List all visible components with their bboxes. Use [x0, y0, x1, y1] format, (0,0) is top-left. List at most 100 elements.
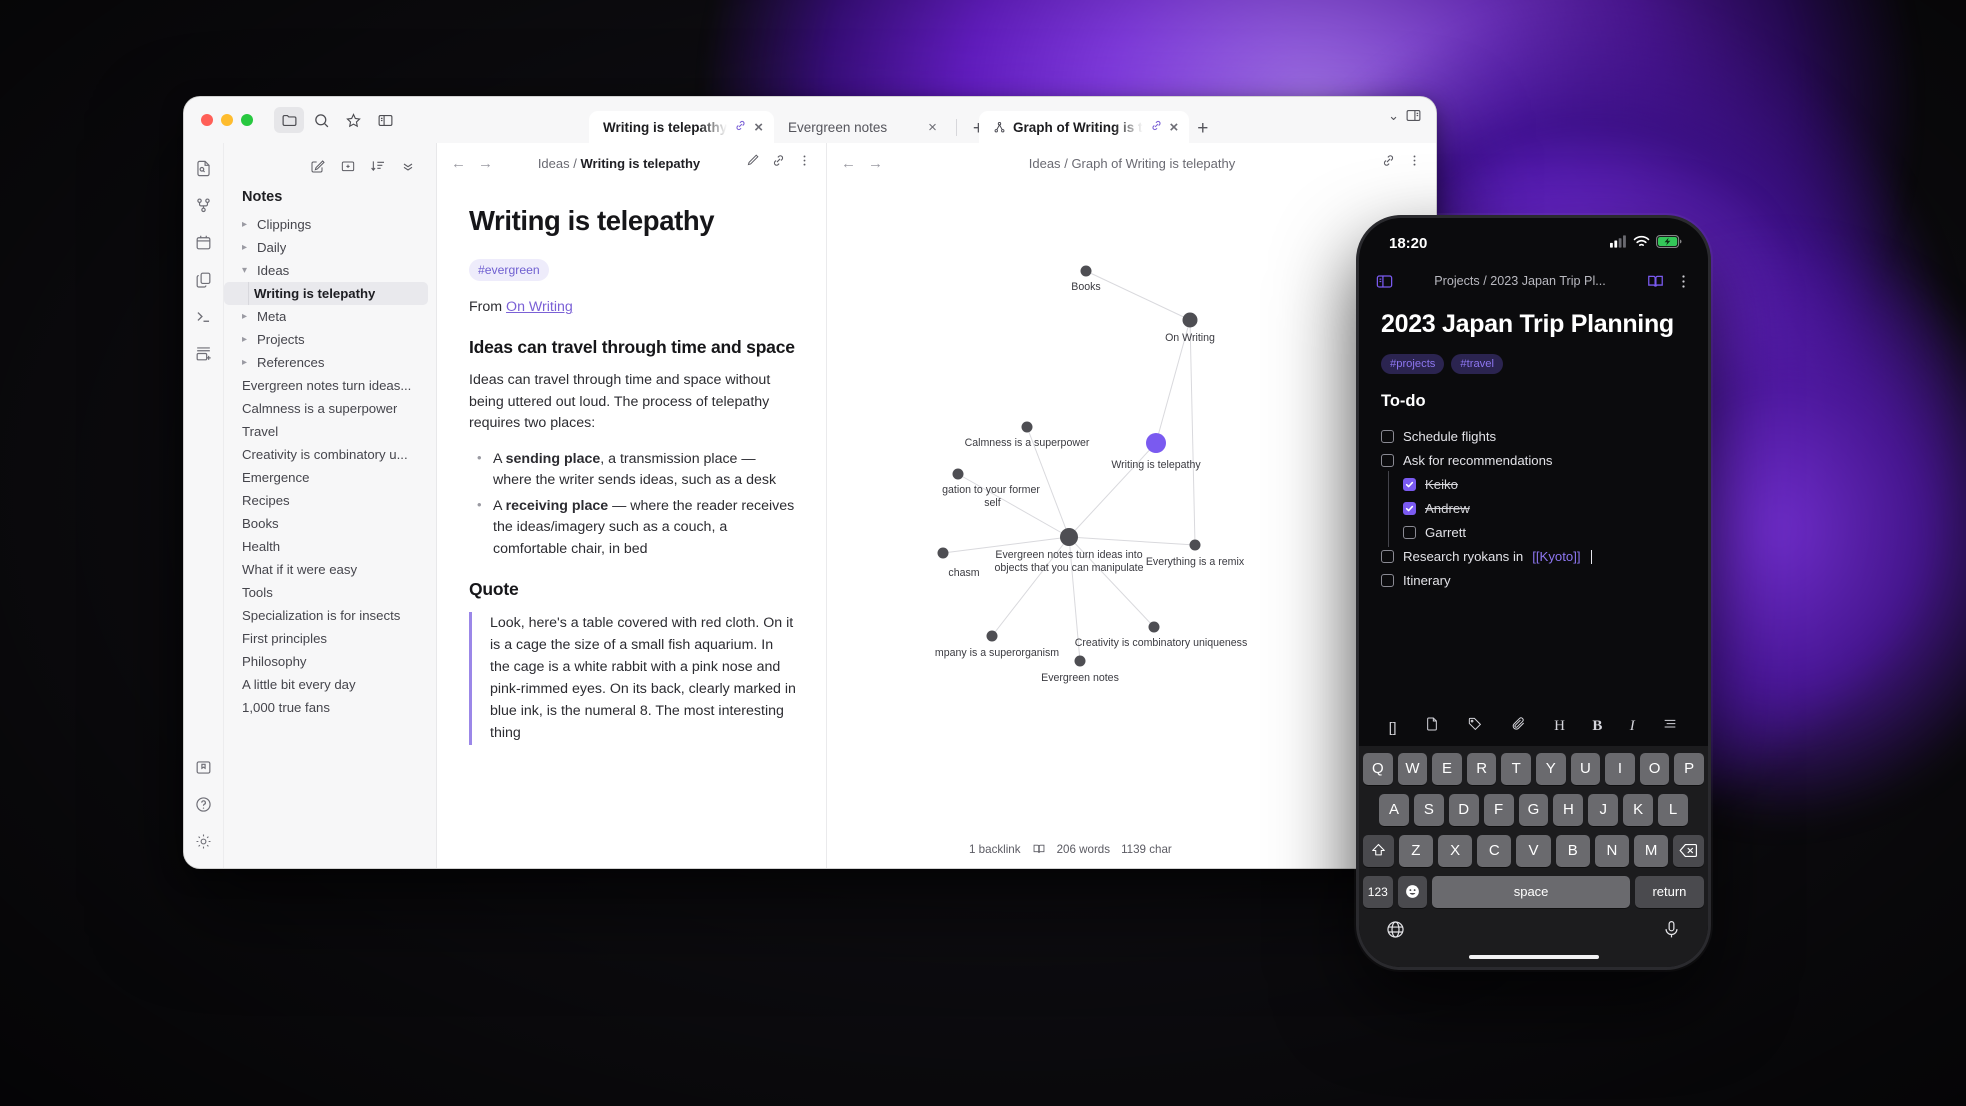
collapse-icon[interactable]	[396, 155, 420, 177]
internal-link-on-writing[interactable]: On Writing	[506, 299, 573, 315]
key-m[interactable]: M	[1634, 834, 1669, 867]
graph-canvas[interactable]: 1 backlink 206 words 1139 char Books On W…	[827, 183, 1436, 868]
key-d[interactable]: D	[1448, 793, 1479, 826]
search-icon[interactable]	[306, 107, 336, 133]
more-vertical-icon[interactable]	[797, 153, 812, 173]
sort-icon[interactable]	[366, 155, 390, 177]
checkbox-checked[interactable]	[1403, 502, 1416, 515]
emoji-icon[interactable]	[1397, 875, 1428, 908]
key-t[interactable]: T	[1501, 752, 1531, 785]
close-tab-button[interactable]: ×	[1170, 120, 1179, 135]
minimize-window-button[interactable]	[221, 114, 233, 126]
key-r[interactable]: R	[1466, 752, 1497, 785]
close-window-button[interactable]	[201, 114, 213, 126]
bookmark-icon[interactable]	[193, 756, 215, 778]
file-icon[interactable]	[1424, 716, 1440, 737]
key-c[interactable]: C	[1477, 834, 1512, 867]
sidebar-item-philosophy[interactable]: Philosophy	[224, 650, 436, 673]
new-note-icon[interactable]	[306, 155, 330, 177]
sidebar-item-recipes[interactable]: Recipes	[224, 489, 436, 512]
graph-node[interactable]	[1060, 528, 1078, 546]
sidebar-item-1-000-true-fans[interactable]: 1,000 true fans	[224, 696, 436, 719]
reading-view-icon[interactable]	[1646, 272, 1665, 291]
graph-node[interactable]	[1080, 265, 1092, 277]
todo-item[interactable]: Keiko	[1381, 470, 1686, 499]
graph-node[interactable]	[937, 547, 949, 559]
key-space[interactable]: space	[1432, 875, 1630, 908]
checkbox-unchecked[interactable]	[1381, 454, 1394, 467]
terminal-icon[interactable]	[193, 305, 215, 327]
brackets-icon[interactable]: []	[1389, 719, 1397, 735]
bold-icon[interactable]: B	[1592, 718, 1602, 735]
sidebar-right-icon[interactable]	[1405, 107, 1422, 124]
key-f[interactable]: F	[1483, 793, 1514, 826]
checkbox-unchecked[interactable]	[1381, 550, 1394, 563]
chevron-right-icon[interactable]: ▸	[242, 357, 257, 368]
folder-icon[interactable]	[274, 107, 304, 133]
key-x[interactable]: X	[1437, 834, 1473, 867]
graph-node[interactable]	[1146, 433, 1166, 453]
link-icon[interactable]	[734, 119, 747, 135]
star-icon[interactable]	[338, 107, 368, 133]
edit-pencil-icon[interactable]	[745, 153, 760, 173]
chevron-right-icon[interactable]: ▸	[242, 311, 257, 322]
key-g[interactable]: G	[1518, 793, 1549, 826]
sidebar-left-icon[interactable]	[370, 107, 400, 133]
chevron-down-icon[interactable]: ▾	[242, 265, 257, 276]
forward-button[interactable]: →	[868, 155, 883, 172]
shift-icon[interactable]	[1363, 834, 1394, 867]
graph-node[interactable]	[1182, 312, 1198, 328]
new-canvas-icon[interactable]	[193, 342, 215, 364]
sidebar-item-a-little-bit-every-day[interactable]: A little bit every day	[224, 673, 436, 696]
key-h[interactable]: H	[1553, 793, 1584, 826]
tag-chip[interactable]: #evergreen	[469, 259, 549, 282]
sidebar-item-daily[interactable]: ▸ Daily	[224, 236, 436, 259]
file-search-icon[interactable]	[193, 157, 215, 179]
forward-button[interactable]: →	[478, 155, 493, 172]
todo-item[interactable]: Research ryokans in [[Kyoto]]	[1381, 545, 1686, 569]
graph-icon[interactable]	[193, 194, 215, 216]
key-y[interactable]: Y	[1536, 752, 1566, 785]
key-o[interactable]: O	[1639, 752, 1670, 785]
backlink-count[interactable]: 1 backlink	[969, 843, 1021, 856]
todo-item[interactable]: Itinerary	[1381, 569, 1686, 593]
italic-icon[interactable]: I	[1630, 718, 1635, 735]
heading-icon[interactable]: H	[1554, 718, 1565, 735]
checkbox-unchecked[interactable]	[1403, 526, 1416, 539]
graph-node[interactable]	[1074, 655, 1086, 667]
key-i[interactable]: I	[1605, 752, 1635, 785]
sidebar-item-health[interactable]: Health	[224, 535, 436, 558]
link-icon[interactable]	[1381, 153, 1396, 173]
close-tab-button[interactable]: ×	[928, 120, 937, 135]
tab-evergreen-notes[interactable]: Evergreen notes ×	[774, 111, 948, 143]
breadcrumb-folder[interactable]: Ideas	[538, 156, 570, 171]
phone-tag-chip[interactable]: #projects	[1381, 353, 1445, 374]
key-z[interactable]: Z	[1398, 834, 1433, 867]
graph-node[interactable]	[952, 468, 964, 480]
sidebar-item-ideas[interactable]: ▾ Ideas	[224, 259, 436, 282]
key-q[interactable]: Q	[1363, 752, 1393, 785]
todo-item[interactable]: Garrett	[1381, 518, 1686, 547]
key-k[interactable]: K	[1623, 793, 1654, 826]
key-s[interactable]: S	[1413, 793, 1444, 826]
checkbox-unchecked[interactable]	[1381, 430, 1394, 443]
link-icon[interactable]	[771, 153, 786, 173]
todo-item[interactable]: Andrew	[1381, 494, 1686, 523]
chevron-right-icon[interactable]: ▸	[242, 219, 257, 230]
key-p[interactable]: P	[1674, 752, 1704, 785]
phone-tag-chip[interactable]: #travel	[1451, 353, 1503, 374]
list-icon[interactable]	[1662, 716, 1678, 737]
key-a[interactable]: A	[1379, 793, 1409, 826]
help-icon[interactable]	[193, 793, 215, 815]
key-numbers[interactable]: 123	[1363, 875, 1393, 908]
chevron-down-icon[interactable]: ⌄	[1388, 108, 1399, 124]
link-icon[interactable]	[1150, 119, 1163, 135]
key-v[interactable]: V	[1516, 834, 1551, 867]
checkbox-unchecked[interactable]	[1381, 574, 1394, 587]
more-vertical-icon[interactable]	[1675, 273, 1692, 290]
tag-icon[interactable]	[1467, 716, 1483, 737]
sidebar-item-calmness-is-a-superpower[interactable]: Calmness is a superpower	[224, 397, 436, 420]
calendar-icon[interactable]	[193, 231, 215, 253]
new-tab-button[interactable]: +	[1189, 119, 1216, 143]
chevron-right-icon[interactable]: ▸	[242, 334, 257, 345]
